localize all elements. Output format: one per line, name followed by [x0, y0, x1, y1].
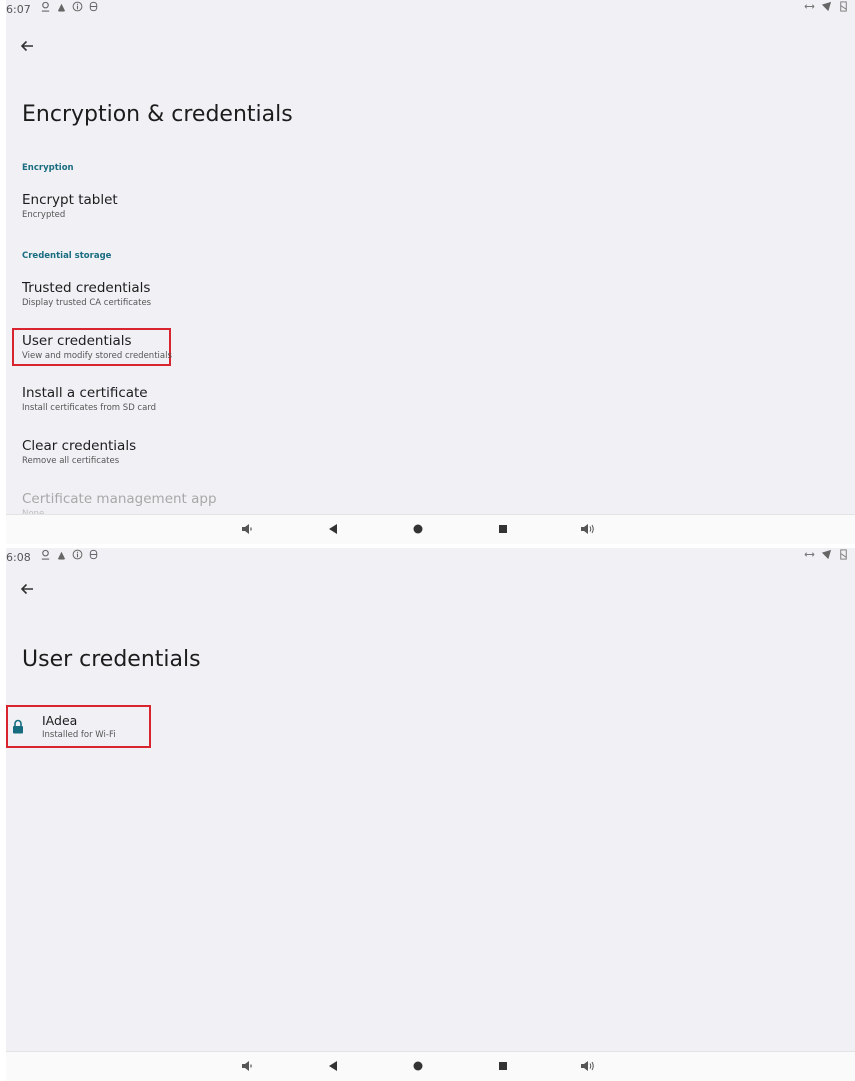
storage-icon	[88, 1, 99, 12]
item-subtitle: Remove all certificates	[22, 456, 120, 466]
wifi-icon	[821, 549, 832, 560]
trusted-credentials-item[interactable]: Trusted credentials Display trusted CA c…	[22, 280, 151, 309]
storage-icon	[88, 549, 99, 560]
volume-down-icon[interactable]	[240, 522, 254, 536]
home-circle-icon[interactable]	[411, 522, 425, 536]
recents-square-icon[interactable]	[496, 522, 510, 536]
recents-square-icon[interactable]	[496, 1059, 510, 1073]
clear-credentials-item[interactable]: Clear credentials Remove all certificate…	[22, 438, 136, 467]
data-arrows-icon	[804, 1, 815, 12]
user-credentials-screen: 6:08 User credentials IAdea Installed fo…	[6, 548, 855, 1081]
home-circle-icon[interactable]	[411, 1059, 425, 1073]
info-icon	[72, 1, 83, 12]
volume-up-icon[interactable]	[580, 522, 594, 536]
item-subtitle: Encrypted	[22, 210, 66, 220]
info-icon	[72, 549, 83, 560]
location-icon	[40, 1, 51, 12]
user-credentials-item[interactable]: User credentials View and modify stored …	[22, 333, 172, 362]
encrypt-tablet-item[interactable]: Encrypt tablet Encrypted	[22, 192, 118, 221]
navigation-bar	[6, 514, 855, 544]
battery-icon	[838, 1, 849, 12]
back-arrow-icon[interactable]	[18, 580, 36, 598]
battery-icon	[838, 549, 849, 560]
status-bar: 6:08	[6, 548, 855, 570]
item-subtitle: Install certificates from SD card	[22, 403, 157, 413]
section-header-credential-storage: Credential storage	[22, 251, 112, 261]
credential-name: IAdea	[42, 713, 78, 728]
item-title: Clear credentials	[22, 438, 137, 454]
page-title: Encryption & credentials	[22, 102, 293, 127]
status-time: 6:08	[6, 551, 31, 564]
item-title: Install a certificate	[22, 385, 148, 401]
encryption-credentials-screen: 6:07 Encryption & credentials Encryption…	[6, 0, 855, 544]
notification-icon	[56, 549, 67, 560]
lock-icon	[12, 719, 24, 734]
back-triangle-icon[interactable]	[326, 1059, 340, 1073]
volume-up-icon[interactable]	[580, 1059, 594, 1073]
install-certificate-item[interactable]: Install a certificate Install certificat…	[22, 385, 156, 414]
item-title: Trusted credentials	[22, 280, 151, 296]
data-arrows-icon	[804, 549, 815, 560]
status-bar: 6:07	[6, 0, 855, 22]
credential-item-iadea[interactable]: IAdea Installed for Wi-Fi	[6, 711, 151, 743]
item-title: Certificate management app	[22, 491, 217, 507]
notification-icon	[56, 1, 67, 12]
item-subtitle: Display trusted CA certificates	[22, 298, 152, 308]
page-title: User credentials	[22, 647, 201, 672]
back-triangle-icon[interactable]	[326, 522, 340, 536]
wifi-icon	[821, 1, 832, 12]
status-time: 6:07	[6, 3, 31, 16]
section-header-encryption: Encryption	[22, 163, 74, 173]
navigation-bar	[6, 1051, 855, 1081]
credential-subtitle: Installed for Wi-Fi	[42, 730, 116, 740]
item-subtitle: View and modify stored credentials	[22, 351, 172, 361]
volume-down-icon[interactable]	[240, 1059, 254, 1073]
location-icon	[40, 549, 51, 560]
item-title: User credentials	[22, 333, 132, 349]
item-title: Encrypt tablet	[22, 192, 118, 208]
back-arrow-icon[interactable]	[18, 37, 36, 55]
